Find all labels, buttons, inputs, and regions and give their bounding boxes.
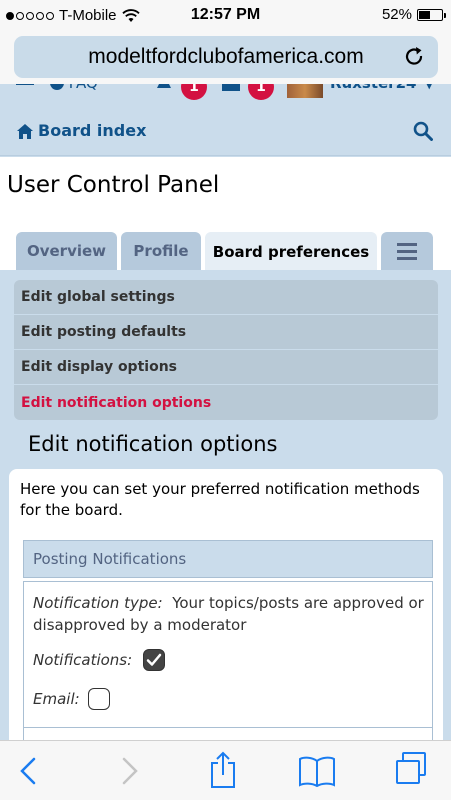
reload-icon[interactable] — [404, 46, 426, 68]
mail-icon[interactable] — [222, 84, 240, 91]
status-right: 52% — [381, 6, 446, 23]
notification-badge[interactable]: 1 — [181, 84, 207, 100]
faq-label: FAQ — [69, 84, 98, 92]
home-icon[interactable] — [16, 123, 34, 140]
panel-intro: Here you can set your preferred notifica… — [20, 480, 420, 519]
username[interactable]: Ruxster24 — [330, 84, 416, 92]
faq-link[interactable]: FAQ — [50, 84, 98, 92]
tab-label: Overview — [26, 242, 107, 260]
status-bar: T-Mobile 12:57 PM 52% — [0, 0, 451, 32]
tabs-icon[interactable] — [394, 751, 428, 787]
notification-type: Notification type: Your topics/posts are… — [33, 592, 428, 636]
notifications-checkbox[interactable] — [143, 649, 165, 671]
tab-label: Profile — [133, 242, 189, 260]
bookmarks-icon[interactable] — [298, 755, 336, 787]
page-title: User Control Panel — [7, 172, 220, 198]
hamburger-icon — [397, 242, 417, 246]
board-index-link[interactable]: Board index — [38, 121, 146, 140]
chevron-down-icon[interactable]: ▼ — [425, 84, 433, 91]
browser-chrome: modeltfordclubofamerica.com — [0, 32, 451, 84]
submenu-display-options[interactable]: Edit display options — [14, 350, 438, 385]
battery-percent: 52% — [381, 6, 412, 23]
info-icon — [50, 84, 64, 90]
battery-icon — [417, 8, 446, 21]
submenu-posting-defaults[interactable]: Edit posting defaults — [14, 315, 438, 350]
checkmark-icon — [146, 653, 162, 666]
email-label: Email: — [33, 690, 80, 708]
fieldset-title: Posting Notifications — [23, 540, 433, 578]
tab-profile[interactable]: Profile — [121, 232, 201, 270]
sub-menu: Edit global settings Edit posting defaul… — [14, 280, 438, 420]
main-content: Edit global settings Edit posting defaul… — [0, 270, 451, 751]
notification-type-label: Notification type: — [33, 594, 163, 612]
email-checkbox[interactable] — [88, 688, 110, 710]
avatar[interactable] — [287, 84, 323, 98]
section-title: Edit notification options — [28, 432, 278, 456]
bell-icon[interactable] — [155, 84, 173, 93]
tab-board-preferences[interactable]: Board preferences — [205, 232, 377, 271]
notification-panel: Here you can set your preferred notifica… — [9, 469, 443, 751]
navbar: Board index — [0, 102, 451, 156]
browser-toolbar — [0, 740, 451, 800]
forward-icon[interactable] — [118, 755, 140, 787]
back-icon[interactable] — [18, 755, 40, 787]
address-bar[interactable]: modeltfordclubofamerica.com — [14, 36, 438, 78]
notifications-label: Notifications: — [33, 651, 133, 669]
tab-menu-button[interactable] — [381, 232, 433, 270]
url-text: modeltfordclubofamerica.com — [88, 45, 364, 68]
share-icon[interactable] — [208, 751, 238, 789]
header-top-row: FAQ 1 1 Ruxster24 ▼ — [0, 84, 451, 102]
tab-bar: Overview Profile Board preferences — [16, 232, 433, 271]
tab-label: Board preferences — [212, 242, 370, 261]
divider — [24, 727, 432, 728]
tab-overview[interactable]: Overview — [16, 232, 117, 270]
submenu-notification-options[interactable]: Edit notification options — [14, 385, 438, 420]
message-badge[interactable]: 1 — [248, 84, 274, 100]
submenu-global-settings[interactable]: Edit global settings — [14, 280, 438, 315]
search-icon[interactable] — [413, 121, 433, 141]
fieldset-body: Notification type: Your topics/posts are… — [23, 581, 433, 751]
hamburger-icon[interactable] — [16, 84, 34, 86]
